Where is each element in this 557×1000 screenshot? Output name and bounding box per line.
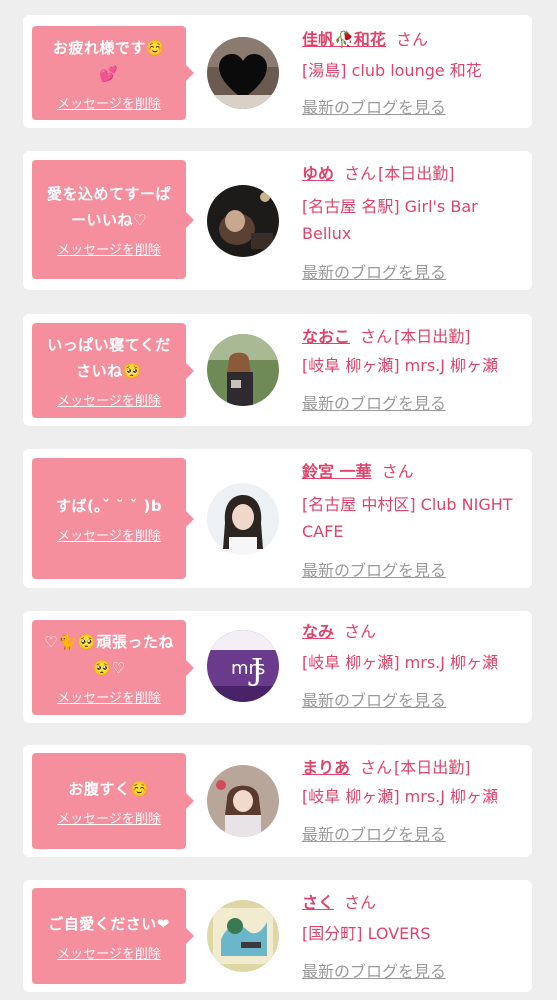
message-text: すば(｡ˇ ˘ ˇ )b [55,497,163,515]
host-name-link[interactable]: 佳帆🥀和花 [302,30,386,49]
status-badge: [本日出勤] [378,164,455,183]
message-bubble: ご自愛ください❤ メッセージを削除 [32,888,194,984]
delete-message-link[interactable]: メッセージを削除 [57,687,161,706]
host-info: 鈴宮 一華 さん [名古屋 中村区] Club NIGHT CAFE 最新のブログ… [302,459,528,581]
svg-text:J: J [248,653,263,688]
honorific: さん [360,327,393,346]
message-text: お疲れ様です☺️ 💕 [52,38,166,83]
name-line: さく さん [302,890,528,916]
message-bubble: 愛を込めてすーぱ ーいいね♡ メッセージを削除 [32,160,194,279]
avatar[interactable] [207,900,279,972]
message-card: ご自愛ください❤ メッセージを削除 さく さん [国分町] LOVERS 最新のブ… [23,880,532,992]
host-info: まりあ さん [本日出勤] [岐阜 柳ヶ瀬] mrs.J 柳ヶ瀬 最新のブログを見る [302,755,528,845]
avatar[interactable] [207,37,279,109]
honorific: さん [360,758,393,777]
host-info: なおこ さん [本日出勤] [岐阜 柳ヶ瀬] mrs.J 柳ヶ瀬 最新のブログを見る [302,324,528,414]
avatar[interactable] [207,334,279,406]
message-bubble: お疲れ様です☺️ 💕 メッセージを削除 [32,26,194,120]
message-card: 愛を込めてすーぱ ーいいね♡ メッセージを削除 ゆめ さん [本日出勤] [名古屋 … [23,151,532,290]
delete-message-link[interactable]: メッセージを削除 [57,93,161,112]
latest-blog-link[interactable]: 最新のブログを見る [302,687,528,711]
host-name-link[interactable]: なみ [302,622,334,641]
message-text: ご自愛ください❤ [48,914,170,933]
host-name-link[interactable]: なおこ [302,327,350,346]
shop-name: [岐阜 柳ヶ瀬] mrs.J 柳ヶ瀬 [302,653,499,672]
name-line: まりあ さん [本日出勤] [302,755,528,781]
honorific: さん [344,893,377,912]
host-name-link[interactable]: 鈴宮 一華 [302,462,372,481]
shop-name: [国分町] LOVERS [302,924,431,943]
host-name-link[interactable]: ゆめ [302,164,334,183]
status-badge: [本日出勤] [394,758,471,777]
delete-message-link[interactable]: メッセージを削除 [57,239,161,258]
honorific: さん [395,30,428,49]
name-line: 佳帆🥀和花 さん [302,27,528,53]
host-name-link[interactable]: さく [302,893,334,912]
message-bubble: いっぱい寝てくだ さいね🥺 メッセージを削除 [32,323,194,418]
host-info: 佳帆🥀和花 さん [湯島] club lounge 和花 最新のブログを見る [302,27,528,118]
honorific: さん [344,622,377,641]
latest-blog-link[interactable]: 最新のブログを見る [302,821,528,845]
host-info: なみ さん [岐阜 柳ヶ瀬] mrs.J 柳ヶ瀬 最新のブログを見る [302,619,528,711]
delete-message-link[interactable]: メッセージを削除 [57,808,161,827]
delete-message-link[interactable]: メッセージを削除 [57,390,161,409]
honorific: さん [344,164,377,183]
name-line: ゆめ さん [本日出勤] [302,161,528,187]
latest-blog-link[interactable]: 最新のブログを見る [302,557,528,581]
avatar[interactable] [207,483,279,555]
latest-blog-link[interactable]: 最新のブログを見る [302,390,528,414]
host-info: ゆめ さん [本日出勤] [名古屋 名駅] Girl's Bar Bellux 最新… [302,161,528,283]
message-text: いっぱい寝てくだ さいね🥺 [47,336,171,380]
message-bubble: ♡🐈🥺頑張ったね 🥺♡ メッセージを削除 [32,620,194,715]
latest-blog-link[interactable]: 最新のブログを見る [302,94,528,118]
latest-blog-link[interactable]: 最新のブログを見る [302,958,528,982]
host-info: さく さん [国分町] LOVERS 最新のブログを見る [302,890,528,982]
shop-name: [名古屋 中村区] Club NIGHT CAFE [302,495,513,541]
name-line: なみ さん [302,619,528,645]
shop-name: [岐阜 柳ヶ瀬] mrs.J 柳ヶ瀬 [302,356,499,375]
avatar[interactable]: mrs J [207,630,279,702]
message-card: すば(｡ˇ ˘ ˇ )b メッセージを削除 鈴宮 一華 さん [名古屋 中村区] … [23,449,532,588]
message-card: お疲れ様です☺️ 💕 メッセージを削除 佳帆🥀和花 さん [湯島] club lo… [23,15,532,128]
avatar[interactable] [207,765,279,837]
message-text: ♡🐈🥺頑張ったね 🥺♡ [44,633,174,677]
shop-name: [岐阜 柳ヶ瀬] mrs.J 柳ヶ瀬 [302,787,499,806]
message-text: 愛を込めてすーぱ ーいいね♡ [46,185,171,229]
delete-message-link[interactable]: メッセージを削除 [57,943,161,962]
message-card: お腹すく☺️ メッセージを削除 まりあ さん [本日出勤] [岐阜 柳ヶ瀬] mrs… [23,745,532,857]
shop-name: [湯島] club lounge 和花 [302,61,482,80]
host-name-link[interactable]: まりあ [302,758,350,777]
avatar[interactable] [207,185,279,257]
message-bubble: お腹すく☺️ メッセージを削除 [32,753,194,849]
message-card: いっぱい寝てくだ さいね🥺 メッセージを削除 なおこ さん [本日出勤] [岐阜 柳… [23,314,532,426]
name-line: なおこ さん [本日出勤] [302,324,528,350]
name-line: 鈴宮 一華 さん [302,459,528,485]
latest-blog-link[interactable]: 最新のブログを見る [302,259,528,283]
message-bubble: すば(｡ˇ ˘ ˇ )b メッセージを削除 [32,458,194,579]
message-text: お腹すく☺️ [68,779,150,798]
message-card: ♡🐈🥺頑張ったね 🥺♡ メッセージを削除 mrs J なみ さん [岐阜 柳ヶ瀬]… [23,611,532,723]
shop-name: [名古屋 名駅] Girl's Bar Bellux [302,197,478,243]
status-badge: [本日出勤] [394,327,471,346]
delete-message-link[interactable]: メッセージを削除 [57,525,161,544]
honorific: さん [381,462,414,481]
